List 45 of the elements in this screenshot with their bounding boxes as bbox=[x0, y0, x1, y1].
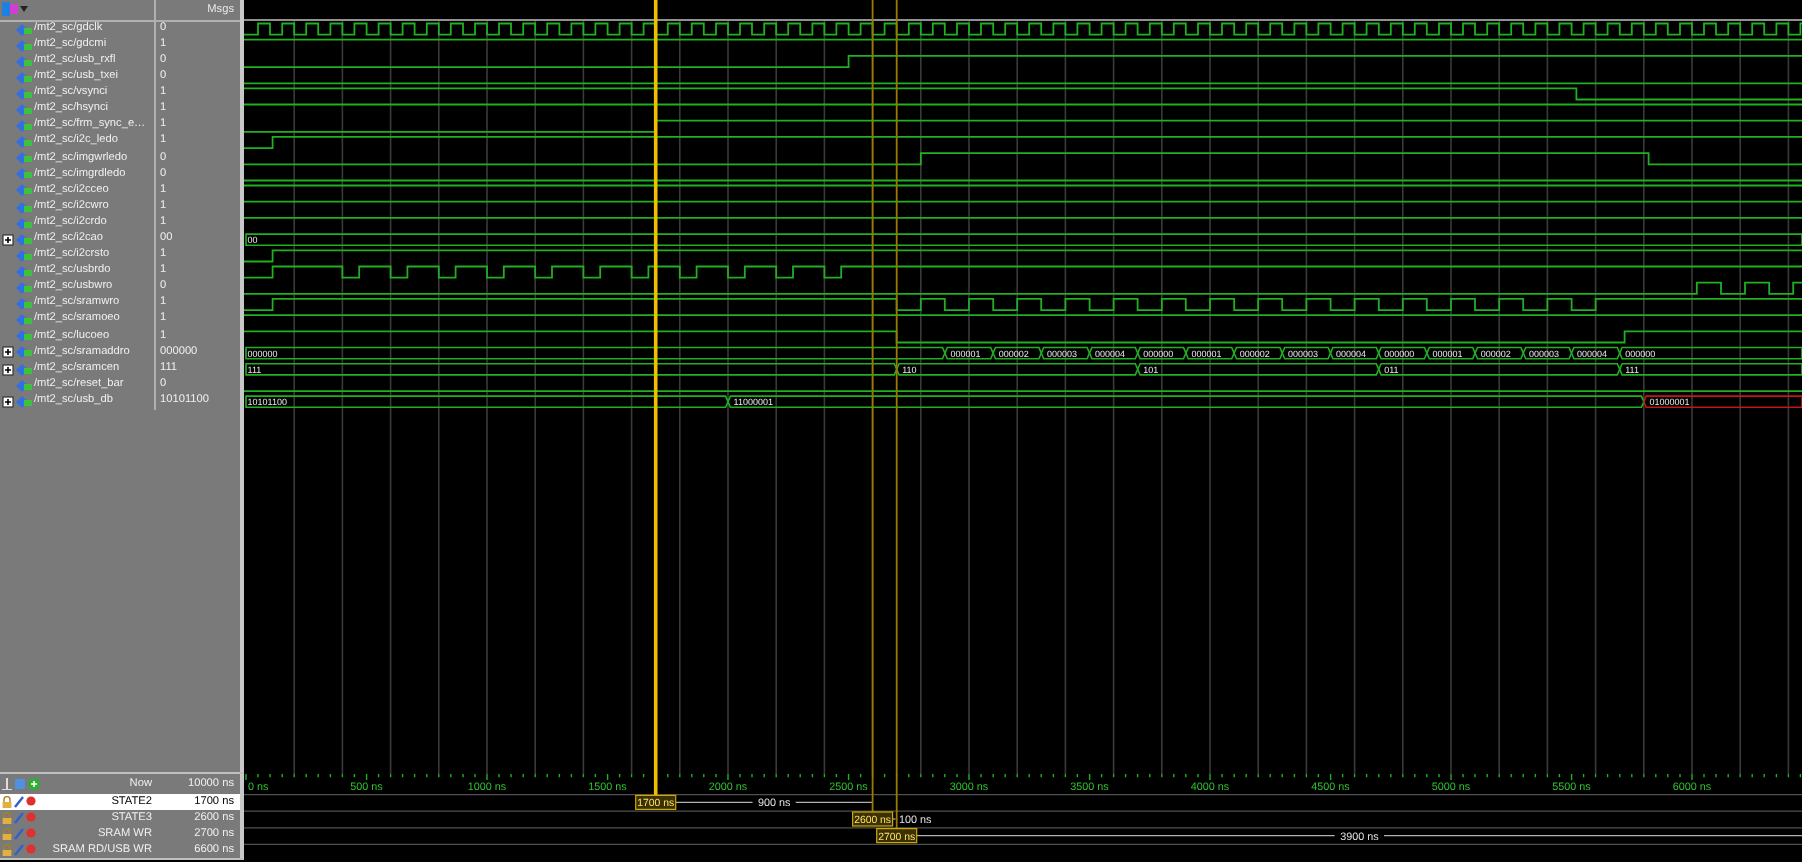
signal-icon bbox=[16, 39, 32, 52]
expand-icon[interactable] bbox=[2, 346, 14, 359]
signal-icon bbox=[16, 23, 32, 36]
cursor-line[interactable] bbox=[895, 0, 898, 774]
signal-icon bbox=[16, 395, 32, 408]
signal-icon bbox=[16, 330, 32, 343]
lock-icon[interactable] bbox=[2, 827, 12, 840]
dot-icon[interactable] bbox=[26, 796, 36, 807]
cursor-line[interactable] bbox=[653, 774, 658, 796]
signal-icon bbox=[16, 282, 32, 295]
signal-icon bbox=[16, 184, 32, 197]
signal-icon bbox=[16, 265, 32, 278]
signal-icon bbox=[16, 363, 32, 376]
signal-icon bbox=[16, 55, 32, 68]
delta-line bbox=[795, 801, 874, 803]
signal-icon bbox=[16, 298, 32, 311]
expand-icon[interactable] bbox=[2, 233, 14, 246]
lock-icon[interactable] bbox=[2, 843, 12, 856]
expand-icon[interactable] bbox=[2, 363, 14, 376]
expand-icon[interactable] bbox=[2, 395, 14, 408]
plus-icon[interactable] bbox=[28, 777, 40, 790]
signal-icon bbox=[16, 346, 32, 359]
signal-icon bbox=[16, 249, 32, 262]
signal-icon bbox=[16, 120, 32, 133]
signal-icon bbox=[16, 71, 32, 84]
dot-icon[interactable] bbox=[26, 844, 36, 855]
signal-icon bbox=[16, 152, 32, 165]
dot-icon[interactable] bbox=[26, 828, 36, 839]
signal-icon bbox=[16, 104, 32, 117]
cursor-icon[interactable] bbox=[2, 777, 12, 790]
caret-icon[interactable] bbox=[20, 6, 28, 13]
signal-icon bbox=[16, 314, 32, 327]
cursor-line[interactable] bbox=[895, 774, 898, 830]
cursor-line[interactable] bbox=[871, 774, 874, 813]
cursor-line[interactable] bbox=[653, 0, 658, 774]
signal-icon bbox=[16, 233, 32, 246]
lock-icon[interactable] bbox=[2, 795, 12, 808]
signal-icon bbox=[16, 201, 32, 214]
signal-icon bbox=[16, 87, 32, 100]
signal-icon bbox=[16, 168, 32, 181]
signal-icon bbox=[16, 217, 32, 230]
delta-line bbox=[675, 801, 754, 803]
signal-icon bbox=[16, 136, 32, 149]
dot-icon[interactable] bbox=[26, 812, 36, 823]
signal-icon bbox=[16, 379, 32, 392]
